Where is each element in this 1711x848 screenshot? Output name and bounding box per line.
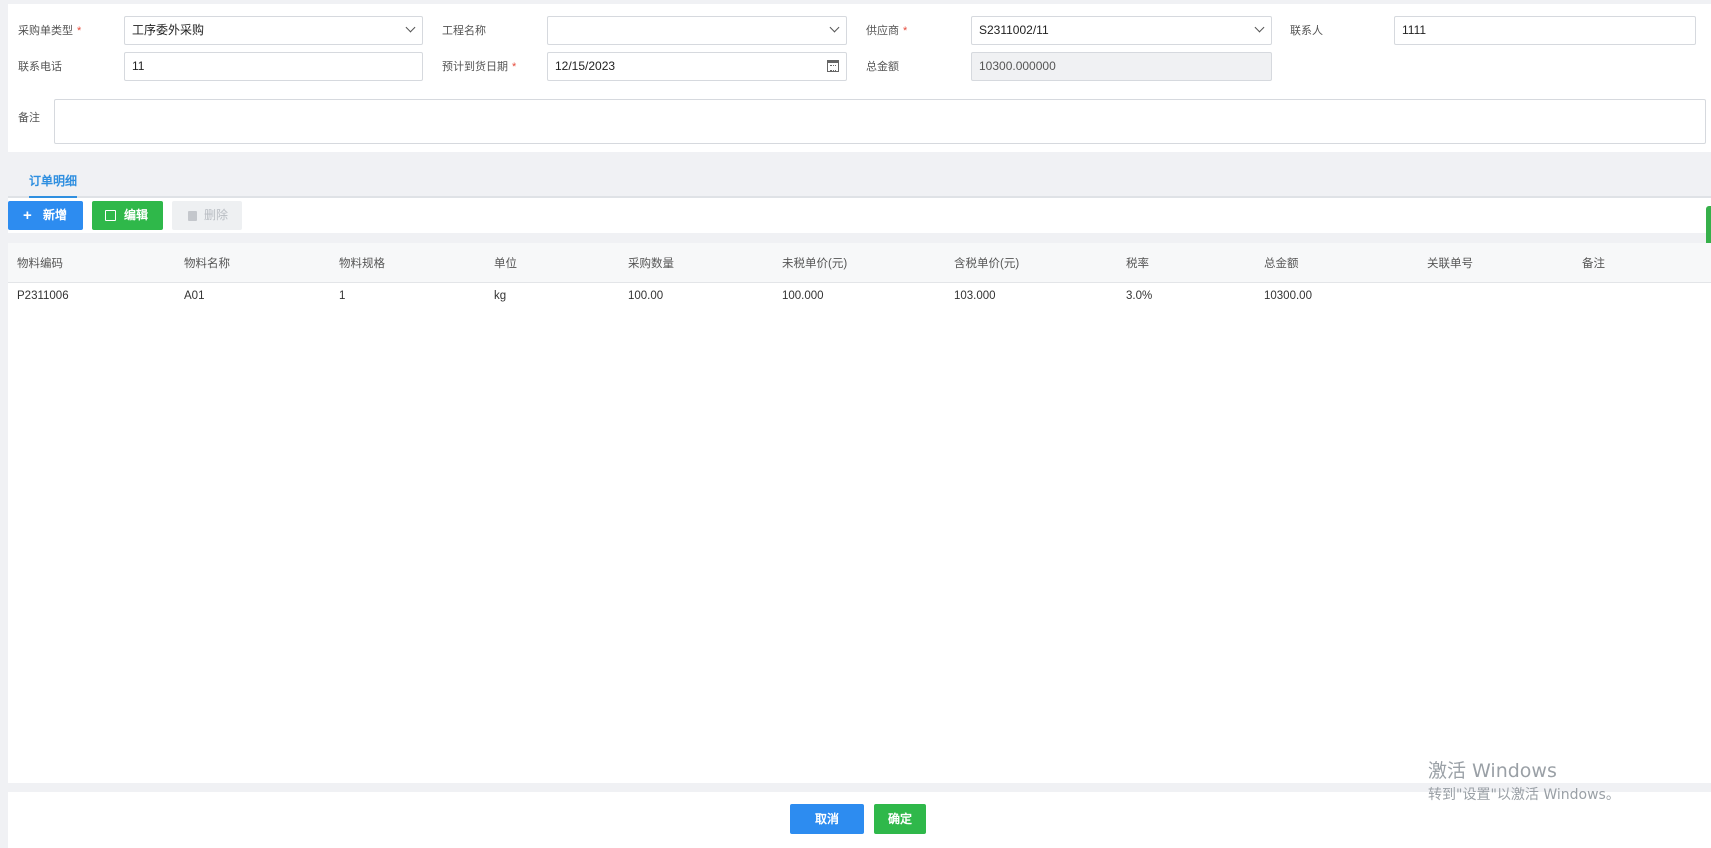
confirm-button[interactable]: 确定 (874, 804, 926, 834)
delete-button-label: 删除 (204, 208, 229, 222)
remark-textarea[interactable] (54, 99, 1706, 144)
edit-icon (105, 210, 116, 221)
col-unit[interactable]: 单位 (494, 255, 517, 271)
contact-label: 联系人 (1290, 25, 1323, 37)
add-button[interactable]: + 新增 (8, 201, 83, 230)
cell-tax-rate: 3.0% (1126, 290, 1153, 302)
arrival-date-value: 12/15/2023 (555, 59, 616, 73)
cell-material-code: P2311006 (17, 290, 69, 302)
order-form: 采购单类型 * 工序委外采购 工程名称 供应商 * S2311002/11 联系人 … (8, 4, 1711, 152)
total-amount-field: 10300.000000 (971, 52, 1272, 81)
col-total-amount[interactable]: 总金额 (1264, 255, 1299, 271)
add-button-label: 新增 (43, 208, 68, 222)
supplier-value: S2311002/11 (979, 23, 1049, 37)
chevron-down-icon (829, 22, 840, 33)
watermark-subtitle: 转到"设置"以激活 Windows。 (1428, 787, 1620, 803)
phone-label: 联系电话 (18, 61, 62, 73)
plus-icon: + (23, 207, 32, 224)
arrival-date-label: 预计到货日期 * (442, 61, 517, 73)
col-material-spec[interactable]: 物料规格 (339, 255, 385, 271)
supplier-select[interactable]: S2311002/11 (971, 16, 1272, 45)
tab-order-details[interactable]: 订单明细 (29, 172, 78, 198)
supplier-label: 供应商 * (866, 25, 908, 37)
cell-material-spec: 1 (339, 290, 346, 302)
col-price-incl-tax[interactable]: 含税单价(元) (954, 255, 1019, 271)
cell-quantity: 100.00 (628, 290, 664, 302)
cell-material-name: A01 (184, 290, 205, 302)
detail-table: 物料编码 物料名称 物料规格 单位 采购数量 未税单价(元) 含税单价(元) 税… (8, 243, 1711, 783)
detail-toolbar: + 新增 编辑 删除 (8, 198, 1711, 233)
col-related-order[interactable]: 关联单号 (1427, 255, 1473, 271)
col-tax-rate[interactable]: 税率 (1126, 255, 1149, 271)
col-material-name[interactable]: 物料名称 (184, 255, 230, 271)
watermark-title: 激活 Windows (1428, 760, 1557, 782)
project-name-label: 工程名称 (442, 25, 486, 37)
delete-button[interactable]: 删除 (172, 201, 242, 230)
tab-bar: 订单明细 (8, 163, 1711, 198)
cell-unit: kg (494, 290, 507, 302)
edit-button[interactable]: 编辑 (92, 201, 163, 230)
total-amount-label: 总金额 (866, 61, 899, 73)
order-type-value: 工序委外采购 (132, 23, 205, 37)
windows-activation-watermark: 激活 Windows 转到"设置"以激活 Windows。 (1428, 760, 1620, 805)
trash-icon (188, 211, 197, 221)
edit-button-label: 编辑 (124, 208, 149, 222)
order-type-label: 采购单类型 * (18, 25, 82, 37)
table-header: 物料编码 物料名称 物料规格 单位 采购数量 未税单价(元) 含税单价(元) 税… (8, 243, 1711, 283)
cell-total-amount: 10300.00 (1264, 290, 1312, 302)
chevron-down-icon (405, 22, 416, 33)
cell-price-incl-tax: 103.000 (954, 290, 996, 302)
contact-input[interactable]: 1111 (1394, 16, 1696, 45)
chevron-down-icon (1254, 22, 1265, 33)
phone-input[interactable]: 11 (124, 52, 423, 81)
col-material-code[interactable]: 物料编码 (17, 255, 63, 271)
cancel-button[interactable]: 取消 (790, 804, 864, 834)
order-type-select[interactable]: 工序委外采购 (124, 16, 423, 45)
cell-price-excl-tax: 100.000 (782, 290, 824, 302)
arrival-date-picker[interactable]: 12/15/2023 (547, 52, 847, 81)
calendar-icon[interactable] (827, 60, 839, 72)
col-quantity[interactable]: 采购数量 (628, 255, 674, 271)
project-name-select[interactable] (547, 16, 847, 45)
col-remark[interactable]: 备注 (1582, 255, 1605, 271)
col-price-excl-tax[interactable]: 未税单价(元) (782, 255, 847, 271)
remark-label: 备注 (18, 112, 40, 124)
